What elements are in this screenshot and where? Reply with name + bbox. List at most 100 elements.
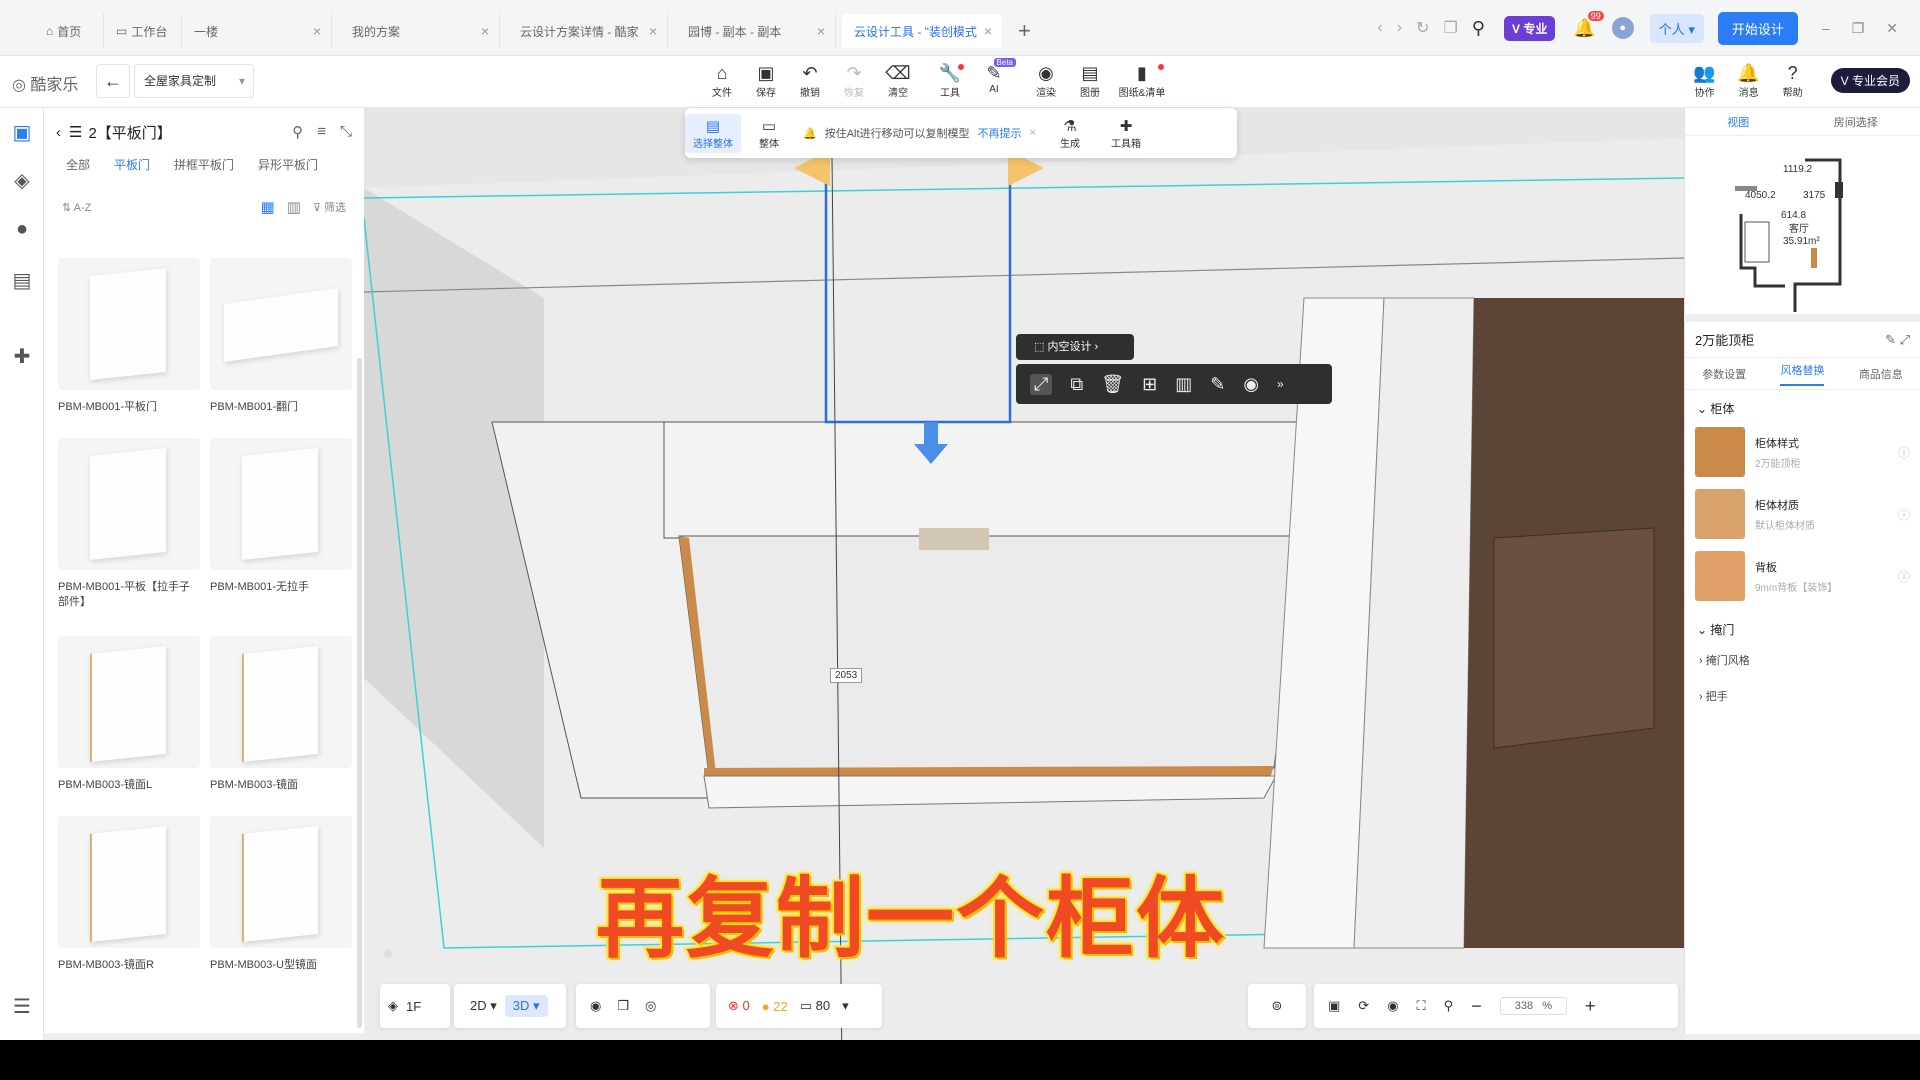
tab-workbench[interactable]: ▭ 工作台 xyxy=(104,14,182,48)
chevron-left-icon[interactable]: ‹ xyxy=(56,124,61,141)
delete-icon[interactable]: 🗑 xyxy=(1101,374,1124,395)
zoom-input[interactable]: 338 % xyxy=(1499,997,1568,1015)
zoom-in-button[interactable]: + xyxy=(1585,996,1596,1017)
toolbox-button[interactable]: ✚ 工具箱 xyxy=(1098,117,1154,150)
tool-clear[interactable]: ⌫ 清空 xyxy=(876,62,920,99)
start-design-button[interactable]: 开始设计 xyxy=(1717,11,1798,45)
catalog-item[interactable]: PBM-MB003-镜面L xyxy=(58,636,200,793)
floor-plan[interactable]: 1119.2 4050.2 3175 614.8 客厅 35.91m² xyxy=(1685,136,1920,312)
tool-render[interactable]: ◉ 渲染 xyxy=(1024,62,1068,99)
tool-collab[interactable]: 👥 协作 xyxy=(1683,62,1727,99)
catalog-item[interactable]: PBM-MB001-翻门 xyxy=(210,258,352,415)
rotate-icon[interactable]: ⟳ xyxy=(1358,998,1369,1014)
brush-icon[interactable]: ✎ xyxy=(1210,374,1225,395)
search-icon[interactable]: ⚲ xyxy=(1472,18,1485,39)
list-icon[interactable]: ☰ xyxy=(10,994,34,1018)
dismiss-link[interactable]: 不再提示 xyxy=(978,125,1022,141)
tab-copy[interactable]: 园博 - 副本 - 副本 × xyxy=(676,14,836,48)
close-icon[interactable]: × xyxy=(817,23,825,39)
view-3d-button[interactable]: 3D ▾ xyxy=(504,995,548,1017)
zoom-out-button[interactable]: − xyxy=(1471,996,1482,1017)
assistant-avatar[interactable]: ● xyxy=(1611,17,1634,39)
menu-icon[interactable]: ≡ xyxy=(317,123,326,141)
back-button[interactable]: ← xyxy=(96,64,130,98)
split-icon[interactable]: ⧉ xyxy=(1070,374,1083,395)
tab-floor1[interactable]: 一楼 × xyxy=(182,14,332,48)
inner-design-button[interactable]: ⬚ 内空设计 › xyxy=(1016,334,1134,360)
close-icon[interactable]: × xyxy=(481,23,489,39)
catalog-item[interactable]: PBM-MB001-平板门 xyxy=(58,258,200,415)
close-icon[interactable]: × xyxy=(313,23,321,39)
window-controls[interactable]: –❐✕ xyxy=(1822,20,1920,37)
duplicate-icon[interactable]: ⊞ xyxy=(1142,374,1157,395)
prop-row-cabinet-style[interactable]: 柜体样式 2万能顶柜 ⓘ xyxy=(1685,421,1920,483)
columns-icon[interactable]: ▥ xyxy=(1175,374,1192,395)
door-style-item[interactable]: › 掩门风格 xyxy=(1685,642,1920,678)
screenshot-icon[interactable]: ▣ xyxy=(1328,998,1340,1014)
tab-style[interactable]: 风格替换 xyxy=(1780,362,1825,386)
select-all-button[interactable]: ▤ 选择整体 xyxy=(685,113,741,153)
prop-row-backboard[interactable]: 背板 9mm背板【装饰】 ⓘ xyxy=(1685,545,1920,607)
section-door[interactable]: ⌄ 掩门 xyxy=(1685,607,1920,642)
floor-selector[interactable]: ◈ 1F xyxy=(380,984,450,1028)
vip-badge[interactable]: V 专业 xyxy=(1503,15,1556,41)
close-icon[interactable]: × xyxy=(984,23,992,39)
settings-toggle[interactable]: ⊜ xyxy=(1248,984,1306,1028)
tab-frame-door[interactable]: 拼框平板门 xyxy=(174,156,234,182)
furniture-icon[interactable]: ▤ xyxy=(10,268,34,292)
filter-button[interactable]: ⊽ 筛选 xyxy=(313,199,346,215)
eye-icon[interactable]: ◉ xyxy=(590,998,601,1014)
camera-icon[interactable]: ◉ xyxy=(1243,374,1259,395)
search-icon[interactable]: ⚲ xyxy=(292,123,303,141)
notification-bell-icon[interactable]: 🔔 99 xyxy=(1573,10,1604,39)
info-icon[interactable]: ⓘ xyxy=(1898,568,1910,585)
part-button[interactable]: ▭ 整体 xyxy=(741,117,797,150)
catalog-icon[interactable]: ▣ xyxy=(10,120,34,144)
tab-all[interactable]: 全部 xyxy=(66,156,90,182)
tab-view[interactable]: 视图 xyxy=(1727,114,1749,130)
tab-my-plans[interactable]: 我的方案 × xyxy=(340,14,500,48)
handle-item[interactable]: › 把手 xyxy=(1685,678,1920,714)
prop-row-cabinet-material[interactable]: 柜体材质 默认柜体材质 ⓘ xyxy=(1685,483,1920,545)
tool-album[interactable]: ▤ 图册 xyxy=(1068,62,1112,99)
tab-shaped-door[interactable]: 异形平板门 xyxy=(258,156,318,182)
user-icon[interactable]: ● xyxy=(10,218,34,242)
tool-file[interactable]: ⌂ 文件 xyxy=(700,62,744,99)
plugin-icon[interactable]: ✚ xyxy=(10,344,34,368)
new-tab-button[interactable]: + xyxy=(1018,18,1031,44)
model-icon[interactable]: ◈ xyxy=(10,168,34,192)
sort-button[interactable]: ⇅ A-Z xyxy=(62,201,91,214)
camera-icon[interactable]: ◉ xyxy=(1387,998,1398,1014)
compass-icon[interactable]: ◎ xyxy=(645,998,656,1014)
forward-icon[interactable]: › xyxy=(1397,19,1402,37)
edit-icon[interactable]: ✎ ⤢ xyxy=(1885,332,1910,348)
grid-view-icon[interactable]: ▦ xyxy=(261,198,275,216)
tool-save[interactable]: ▣ 保存 xyxy=(744,62,788,99)
fit-view-icon[interactable]: ⛶ xyxy=(1417,998,1426,1014)
tool-undo[interactable]: ↶ 撤销 xyxy=(788,62,832,99)
tab-plan-detail[interactable]: 云设计方案详情 - 酷家 × xyxy=(508,14,668,48)
section-cabinet[interactable]: ⌄ 柜体 xyxy=(1685,390,1920,421)
tool-drawings[interactable]: ▮ 图纸&清单 xyxy=(1112,62,1172,99)
resize-icon[interactable]: ⤢ xyxy=(1030,373,1053,395)
tool-ai[interactable]: ✎ Beta AI xyxy=(972,58,1016,99)
info-icon[interactable]: ⓘ xyxy=(1898,444,1910,461)
tab-home[interactable]: ⌂ 首页 xyxy=(34,14,104,48)
tab-flat-door[interactable]: 平板门 xyxy=(114,156,150,182)
collapse-icon[interactable]: ⤡ xyxy=(340,123,352,141)
vip-member-button[interactable]: V 专业会员 xyxy=(1830,68,1910,93)
close-icon[interactable]: × xyxy=(649,23,657,39)
more-icon[interactable]: » xyxy=(1277,377,1284,391)
refresh-icon[interactable]: ↻ xyxy=(1416,18,1429,38)
tool-help[interactable]: ? 帮助 xyxy=(1771,62,1815,99)
tool-redo[interactable]: ↷ 恢复 xyxy=(832,62,876,99)
tab-room-select[interactable]: 房间选择 xyxy=(1834,114,1878,130)
zoom-fit-icon[interactable]: ⚲ xyxy=(1444,998,1454,1014)
info-icon[interactable]: ⓘ xyxy=(1898,506,1910,523)
close-icon[interactable]: × xyxy=(1030,127,1036,139)
cube-icon[interactable]: ❒ xyxy=(617,998,629,1014)
catalog-item[interactable]: PBM-MB001-平板【拉手子部件】 xyxy=(58,438,200,610)
catalog-scrollbar[interactable] xyxy=(357,358,362,1028)
tab-design-tool[interactable]: 云设计工具 - "装创模式 × xyxy=(842,14,1002,48)
detail-view-icon[interactable]: ▥ xyxy=(287,198,301,216)
